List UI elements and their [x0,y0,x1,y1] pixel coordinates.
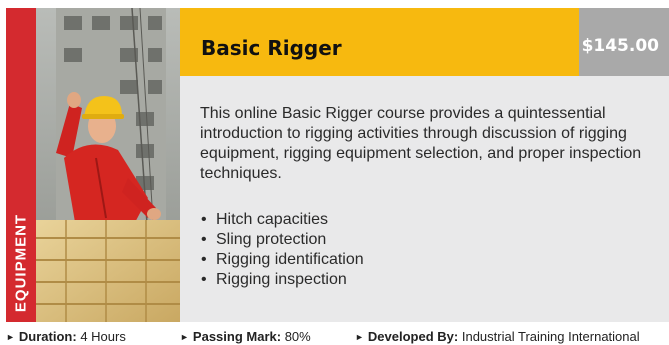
course-card: EQUIPMENT Basic Rigger $145.00 This onli… [6,8,669,322]
bullet-dot-icon: • [201,211,207,228]
developer-label: Developed By: [367,329,459,344]
course-title: Basic Rigger [201,36,342,60]
category-strip: EQUIPMENT [6,8,36,322]
list-item: • Hitch capacities [200,210,364,230]
topic-label: Sling protection [216,231,327,248]
topic-label: Rigging identification [216,251,364,268]
course-details-panel: This online Basic Rigger course provides… [180,76,669,322]
topic-label: Hitch capacities [216,211,329,228]
passing-mark-value: 80% [284,329,311,344]
price-box: $145.00 [579,8,669,76]
triangle-right-icon: ► [6,332,15,342]
list-item: • Rigging identification [200,250,364,270]
triangle-right-icon: ► [355,332,364,342]
course-description: This online Basic Rigger course provides… [200,105,642,182]
passing-mark-label: Passing Mark: [192,329,282,344]
developer-meta: ► Developed By: Industrial Training Inter… [355,329,640,344]
duration-label: Duration: [18,329,77,344]
topic-label: Rigging inspection [216,271,347,288]
developer-value: Industrial Training International [461,329,640,344]
course-meta-bar: ► Duration: 4 Hours ► Passing Mark: 80% ► D… [0,327,669,345]
course-title-bar: Basic Rigger [180,8,579,76]
list-item: • Rigging inspection [200,270,364,290]
triangle-right-icon: ► [180,332,189,342]
topic-list: • Hitch capacities • Sling protection • … [200,210,364,290]
passing-mark-meta: ► Passing Mark: 80% [180,329,311,344]
course-price: $145.00 [581,36,659,56]
category-label: EQUIPMENT [12,213,30,313]
bullet-dot-icon: • [201,271,207,288]
bullet-dot-icon: • [201,231,207,248]
list-item: • Sling protection [200,230,364,250]
duration-meta: ► Duration: 4 Hours [6,329,126,344]
course-photo [36,8,180,322]
duration-value: 4 Hours [80,329,126,344]
bullet-dot-icon: • [201,251,207,268]
